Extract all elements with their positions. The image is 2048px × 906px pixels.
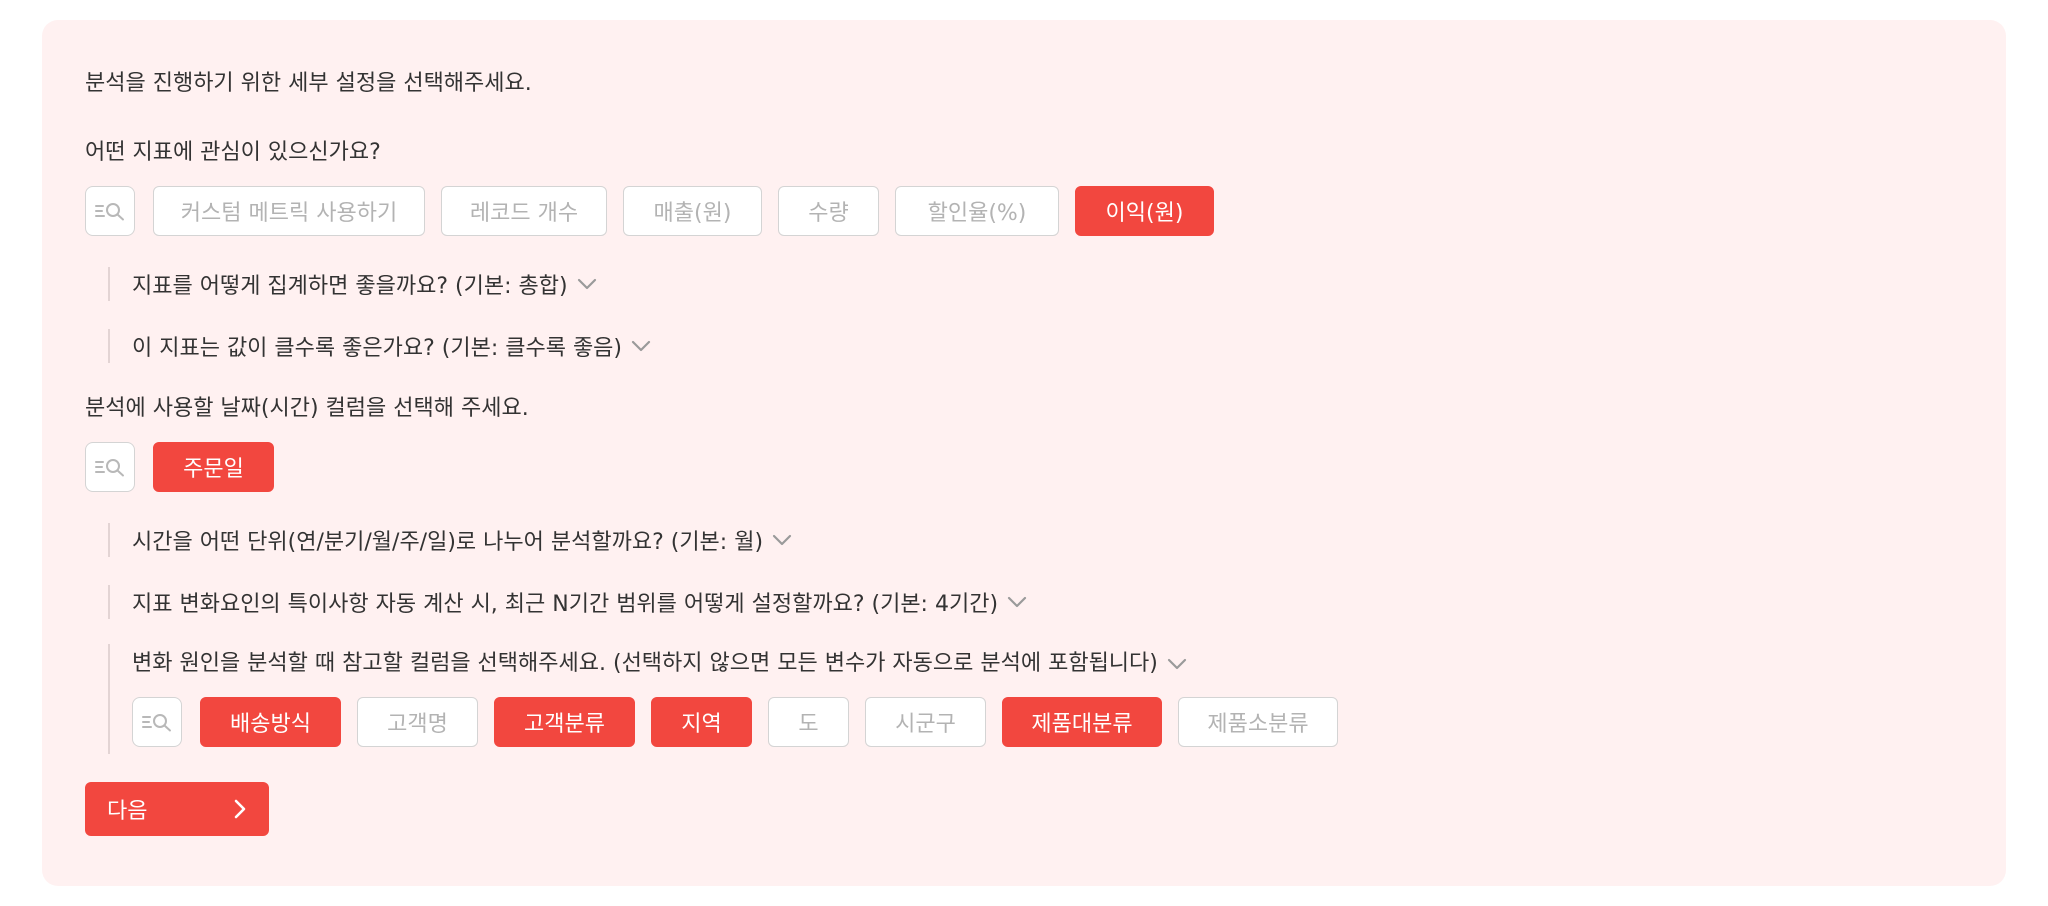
period-range-setting[interactable]: 지표 변화요인의 특이사항 자동 계산 시, 최근 N기간 범위를 어떻게 설정… [108, 585, 1028, 619]
chevron-right-icon [234, 799, 246, 819]
chevron-down-icon[interactable] [1006, 591, 1028, 613]
direction-setting[interactable]: 이 지표는 값이 클수록 좋은가요? (기본: 클수록 좋음) [108, 329, 652, 363]
cause-option-district[interactable]: 시군구 [865, 697, 986, 747]
search-list-icon [95, 459, 124, 477]
cause-option-region[interactable]: 지역 [651, 697, 752, 747]
period-range-label: 지표 변화요인의 특이사항 자동 계산 시, 최근 N기간 범위를 어떻게 설정… [132, 592, 999, 617]
cause-search-button[interactable] [132, 697, 182, 747]
metric-search-button[interactable] [85, 186, 135, 236]
metric-option-record-count[interactable]: 레코드 개수 [441, 186, 607, 236]
cause-option-product-subcategory[interactable]: 제품소분류 [1178, 697, 1338, 747]
search-list-icon [95, 203, 124, 221]
chevron-down-icon[interactable] [630, 335, 652, 357]
metric-option-custom[interactable]: 커스텀 메트릭 사용하기 [153, 186, 425, 236]
chevron-down-icon[interactable] [1166, 653, 1188, 675]
metric-option-quantity[interactable]: 수량 [778, 186, 879, 236]
cause-columns-header[interactable]: 변화 원인을 분석할 때 참고할 컬럼을 선택해주세요. (선택하지 않으면 모… [132, 650, 1188, 678]
direction-label: 이 지표는 값이 클수록 좋은가요? (기본: 클수록 좋음) [132, 336, 623, 361]
search-list-icon [142, 714, 171, 732]
aggregation-setting[interactable]: 지표를 어떻게 집계하면 좋을까요? (기본: 총합) [108, 267, 598, 301]
cause-options: 배송방식 고객명 고객분류 지역 도 시군구 제품대분류 제품소분류 [132, 697, 1354, 747]
intro-text: 분석을 진행하기 위한 세부 설정을 선택해주세요. [85, 71, 532, 96]
cause-option-shipping-method[interactable]: 배송방식 [200, 697, 341, 747]
cause-columns-group [108, 644, 110, 754]
cause-option-product-category[interactable]: 제품대분류 [1002, 697, 1162, 747]
date-question: 분석에 사용할 날짜(시간) 컬럼을 선택해 주세요. [85, 396, 529, 421]
cause-option-customer-name[interactable]: 고객명 [357, 697, 478, 747]
date-options: 주문일 [85, 442, 290, 492]
metric-question: 어떤 지표에 관심이 있으신가요? [85, 140, 381, 165]
time-unit-setting[interactable]: 시간을 어떤 단위(연/분기/월/주/일)로 나누어 분석할까요? (기본: 월… [108, 523, 793, 557]
date-option-order-date[interactable]: 주문일 [153, 442, 274, 492]
aggregation-label: 지표를 어떻게 집계하면 좋을까요? (기본: 총합) [132, 274, 568, 299]
chevron-down-icon[interactable] [576, 273, 598, 295]
metric-option-discount[interactable]: 할인율(%) [895, 186, 1059, 236]
cause-option-province[interactable]: 도 [768, 697, 849, 747]
cause-option-customer-segment[interactable]: 고객분류 [494, 697, 635, 747]
chevron-down-icon[interactable] [771, 529, 793, 551]
metric-options: 커스텀 메트릭 사용하기 레코드 개수 매출(원) 수량 할인율(%) 이익(원… [85, 186, 1230, 236]
date-search-button[interactable] [85, 442, 135, 492]
cause-columns-question: 변화 원인을 분석할 때 참고할 컬럼을 선택해주세요. (선택하지 않으면 모… [132, 651, 1158, 676]
next-button-label: 다음 [107, 799, 148, 824]
metric-option-profit[interactable]: 이익(원) [1075, 186, 1214, 236]
metric-option-sales[interactable]: 매출(원) [623, 186, 762, 236]
time-unit-label: 시간을 어떤 단위(연/분기/월/주/일)로 나누어 분석할까요? (기본: 월… [132, 530, 764, 555]
next-button[interactable]: 다음 [85, 782, 269, 836]
